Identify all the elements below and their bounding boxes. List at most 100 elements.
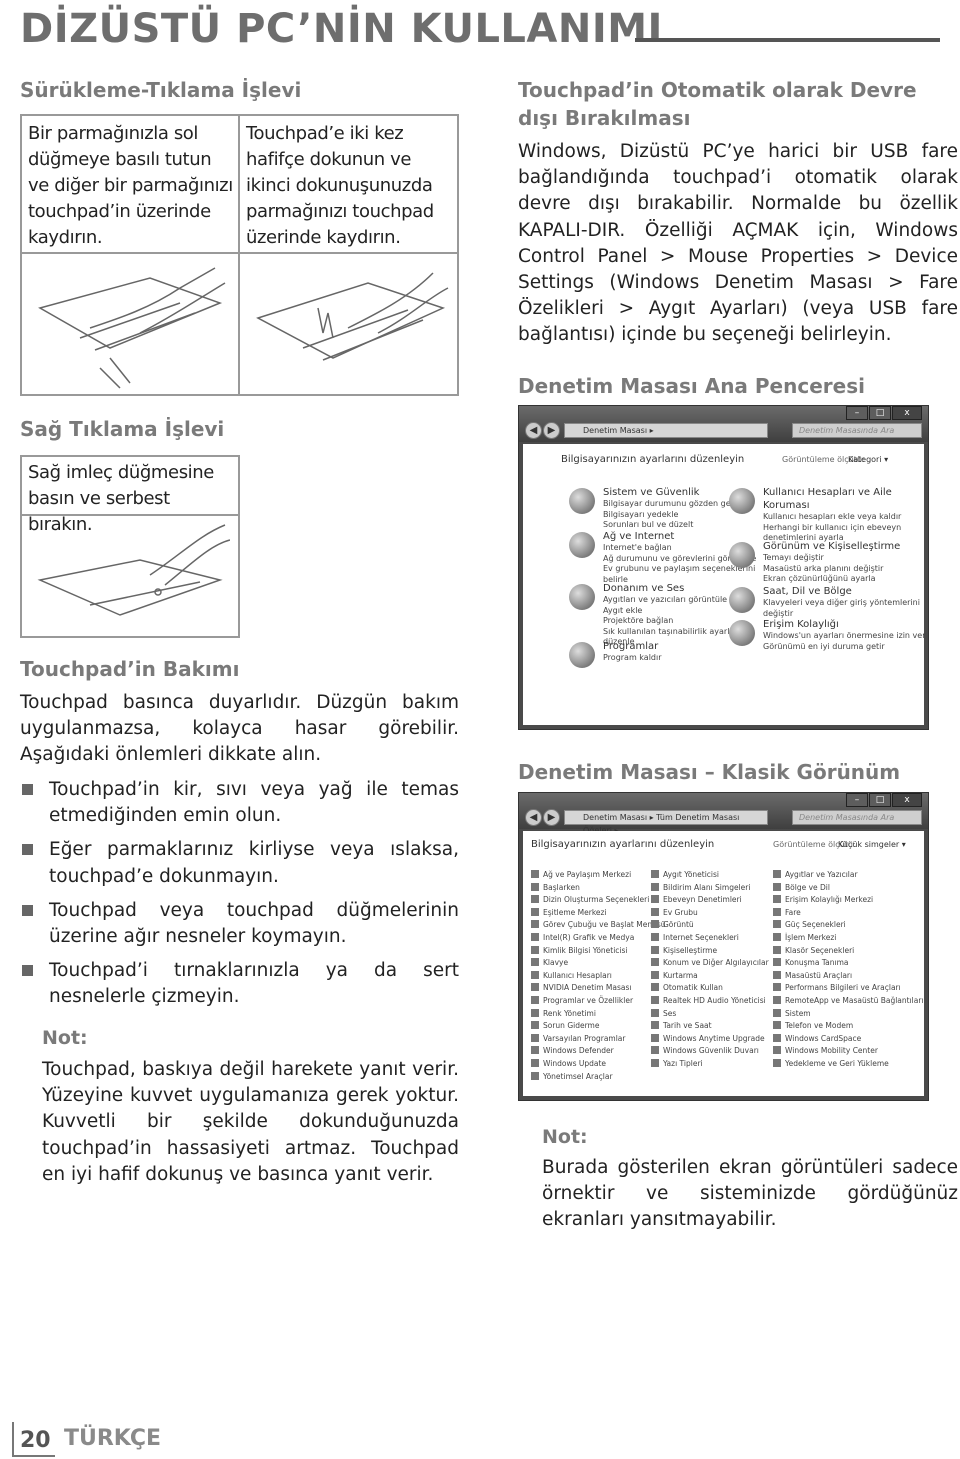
category-link[interactable]: Görünümü en iyi duruma getir bbox=[763, 642, 928, 653]
control-panel-item[interactable]: Görüntü bbox=[651, 919, 769, 932]
control-panel-item[interactable]: Realtek HD Audio Yöneticisi bbox=[651, 995, 769, 1008]
control-panel-item[interactable]: Intel(R) Grafik ve Medya bbox=[531, 932, 666, 945]
control-panel-item[interactable]: Kişiselleştirme bbox=[651, 945, 769, 958]
control-panel-item[interactable]: Yedekleme ve Geri Yükleme bbox=[773, 1058, 924, 1071]
category-icon bbox=[569, 532, 595, 558]
maximize-button[interactable]: □ bbox=[869, 793, 891, 807]
control-panel-item[interactable]: Bildirim Alanı Simgeleri bbox=[651, 882, 769, 895]
back-button[interactable]: ◀ bbox=[525, 809, 542, 826]
category-item[interactable]: Görünüm ve Kişiselleştirme Temayı değişti… bbox=[729, 540, 928, 585]
control-panel-item[interactable]: Ağ ve Paylaşım Merkezi bbox=[531, 869, 666, 882]
category-link[interactable]: Masaüstü arka planını değiştir bbox=[763, 564, 928, 575]
control-panel-item[interactable]: Windows Update bbox=[531, 1058, 666, 1071]
category-icon bbox=[729, 488, 755, 514]
category-icon bbox=[569, 642, 595, 668]
forward-button[interactable]: ▶ bbox=[543, 809, 560, 826]
category-link[interactable]: Kullanıcı hesapları ekle veya kaldır bbox=[763, 512, 928, 523]
forward-button[interactable]: ▶ bbox=[543, 422, 560, 439]
control-panel-item[interactable]: Windows Güvenlik Duvarı bbox=[651, 1045, 769, 1058]
control-panel-item[interactable]: Sistem bbox=[773, 1008, 924, 1021]
control-panel-item[interactable]: Otomatik Kullan bbox=[651, 982, 769, 995]
category-title[interactable]: Erişim Kolaylığı bbox=[763, 618, 928, 631]
control-panel-item[interactable]: Yazı Tipleri bbox=[651, 1058, 769, 1071]
care-list: Touchpad’in kir, sıvı veya yağ ile temas… bbox=[20, 777, 459, 1019]
note-label: Not: bbox=[42, 1027, 88, 1049]
control-panel-item[interactable]: Erişim Kolaylığı Merkezi bbox=[773, 894, 924, 907]
category-item[interactable]: Erişim Kolaylığı Windows'un ayarları öner… bbox=[729, 618, 928, 653]
close-button[interactable]: x bbox=[892, 406, 922, 420]
view-select[interactable]: Kategori ▾ bbox=[848, 455, 888, 464]
category-item[interactable]: Kullanıcı Hesapları ve Aile Koruması Kull… bbox=[729, 486, 928, 544]
control-panel-item[interactable]: Başlarken bbox=[531, 882, 666, 895]
control-panel-window: – □ x ◀ ▶ Denetim Masası ▸ Denetim Masasınd… bbox=[518, 405, 929, 730]
list-item: Touchpad veya touchpad düğmelerinin üzer… bbox=[20, 898, 459, 950]
control-panel-item[interactable]: Varsayılan Programlar bbox=[531, 1033, 666, 1046]
control-panel-item[interactable]: Klasör Seçenekleri bbox=[773, 945, 924, 958]
view-select[interactable]: Küçük simgeler ▾ bbox=[838, 840, 906, 849]
control-panel-item[interactable]: Güç Seçenekleri bbox=[773, 919, 924, 932]
control-panel-item[interactable]: Eşitleme Merkezi bbox=[531, 907, 666, 920]
minimize-button[interactable]: – bbox=[846, 793, 868, 807]
window-heading: Bilgisayarınızın ayarlarını düzenleyin bbox=[531, 839, 715, 850]
address-bar[interactable]: Denetim Masası ▸ bbox=[564, 423, 768, 438]
note-label: Not: bbox=[542, 1126, 588, 1148]
control-panel-item[interactable]: Dizin Oluşturma Seçenekleri bbox=[531, 894, 666, 907]
search-input[interactable]: Denetim Masasında Ara bbox=[792, 423, 922, 438]
control-panel-item[interactable]: Kullanıcı Hesapları bbox=[531, 970, 666, 983]
control-panel-item[interactable]: İşlem Merkezi bbox=[773, 932, 924, 945]
control-panel-item[interactable]: Windows CardSpace bbox=[773, 1033, 924, 1046]
control-panel-item[interactable]: Renk Yönetimi bbox=[531, 1008, 666, 1021]
control-panel-item[interactable]: Tarih ve Saat bbox=[651, 1020, 769, 1033]
control-panel-item[interactable]: Ebeveyn Denetimleri bbox=[651, 894, 769, 907]
cp-main-heading: Denetim Masası Ana Penceresi bbox=[518, 374, 865, 398]
drag-click-step-1: Bir parmağınızla sol düğmeye basılı tutu… bbox=[28, 123, 233, 248]
category-link[interactable]: Temayı değiştir bbox=[763, 553, 928, 564]
close-button[interactable]: x bbox=[892, 793, 922, 807]
control-panel-item[interactable]: Aygıt Yöneticisi bbox=[651, 869, 769, 882]
category-link[interactable]: Windows'un ayarları önermesine izin ver bbox=[763, 631, 928, 642]
control-panel-item[interactable]: RemoteApp ve Masaüstü Bağlantıları bbox=[773, 995, 924, 1008]
category-link[interactable]: Ekran çözünürlüğünü ayarla bbox=[763, 574, 928, 585]
maximize-button[interactable]: □ bbox=[869, 406, 891, 420]
back-button[interactable]: ◀ bbox=[525, 422, 542, 439]
category-link[interactable]: Klavyeleri veya diğer giriş yöntemlerini… bbox=[763, 598, 928, 619]
control-panel-item[interactable]: Performans Bilgileri ve Araçları bbox=[773, 982, 924, 995]
category-link[interactable]: Program kaldır bbox=[603, 653, 773, 664]
control-panel-item[interactable]: Kurtarma bbox=[651, 970, 769, 983]
control-panel-item[interactable]: Yönetimsel Araçlar bbox=[531, 1071, 666, 1084]
control-panel-item[interactable]: Fare bbox=[773, 907, 924, 920]
control-panel-item[interactable]: Masaüstü Araçları bbox=[773, 970, 924, 983]
control-panel-item[interactable]: Aygıtlar ve Yazıcılar bbox=[773, 869, 924, 882]
screenshot-note: Burada gösterilen ekran görüntüleri sade… bbox=[542, 1157, 958, 1231]
right-click-heading: Sağ Tıklama İşlevi bbox=[20, 417, 225, 441]
category-title[interactable]: Kullanıcı Hesapları ve Aile Koruması bbox=[763, 486, 928, 512]
auto-disable-heading: Touchpad’in Otomatik olarak Devre dışı B… bbox=[518, 78, 917, 130]
control-panel-item[interactable]: Ses bbox=[651, 1008, 769, 1021]
control-panel-item[interactable]: Bölge ve Dil bbox=[773, 882, 924, 895]
divider bbox=[20, 252, 459, 254]
title-rule bbox=[635, 38, 940, 42]
control-panel-item[interactable]: Telefon ve Modem bbox=[773, 1020, 924, 1033]
control-panel-item[interactable]: Sorun Giderme bbox=[531, 1020, 666, 1033]
control-panel-item[interactable]: Ev Grubu bbox=[651, 907, 769, 920]
control-panel-item[interactable]: Programlar ve Özellikler bbox=[531, 995, 666, 1008]
control-panel-item[interactable]: Internet Seçenekleri bbox=[651, 932, 769, 945]
category-link[interactable]: Sorunları bul ve düzelt bbox=[603, 520, 773, 531]
control-panel-item[interactable]: Konuşma Tanıma bbox=[773, 957, 924, 970]
control-panel-item[interactable]: Konum ve Diğer Algılayıcılar bbox=[651, 957, 769, 970]
category-title[interactable]: Görünüm ve Kişiselleştirme bbox=[763, 540, 928, 553]
control-panel-item[interactable]: Kimlik Bilgisi Yöneticisi bbox=[531, 945, 666, 958]
minimize-button[interactable]: – bbox=[846, 406, 868, 420]
auto-disable-body: Windows, Dizüstü PC’ye harici bir USB fa… bbox=[518, 141, 958, 346]
control-panel-item[interactable]: Windows Anytime Upgrade bbox=[651, 1033, 769, 1046]
search-input[interactable]: Denetim Masasında Ara bbox=[792, 810, 922, 825]
control-panel-item[interactable]: Windows Defender bbox=[531, 1045, 666, 1058]
control-panel-item[interactable]: NVIDIA Denetim Masası bbox=[531, 982, 666, 995]
control-panel-item[interactable]: Görev Çubuğu ve Başlat Menüsü bbox=[531, 919, 666, 932]
control-panel-item[interactable]: Klavye bbox=[531, 957, 666, 970]
category-item[interactable]: Saat, Dil ve Bölge Klavyeleri veya diğer … bbox=[729, 585, 928, 619]
address-bar[interactable]: Denetim Masası ▸ Tüm Denetim Masası Öğel… bbox=[564, 810, 768, 835]
category-title[interactable]: Ağ ve Internet bbox=[603, 530, 773, 543]
control-panel-item[interactable]: Windows Mobility Center bbox=[773, 1045, 924, 1058]
category-title[interactable]: Saat, Dil ve Bölge bbox=[763, 585, 928, 598]
